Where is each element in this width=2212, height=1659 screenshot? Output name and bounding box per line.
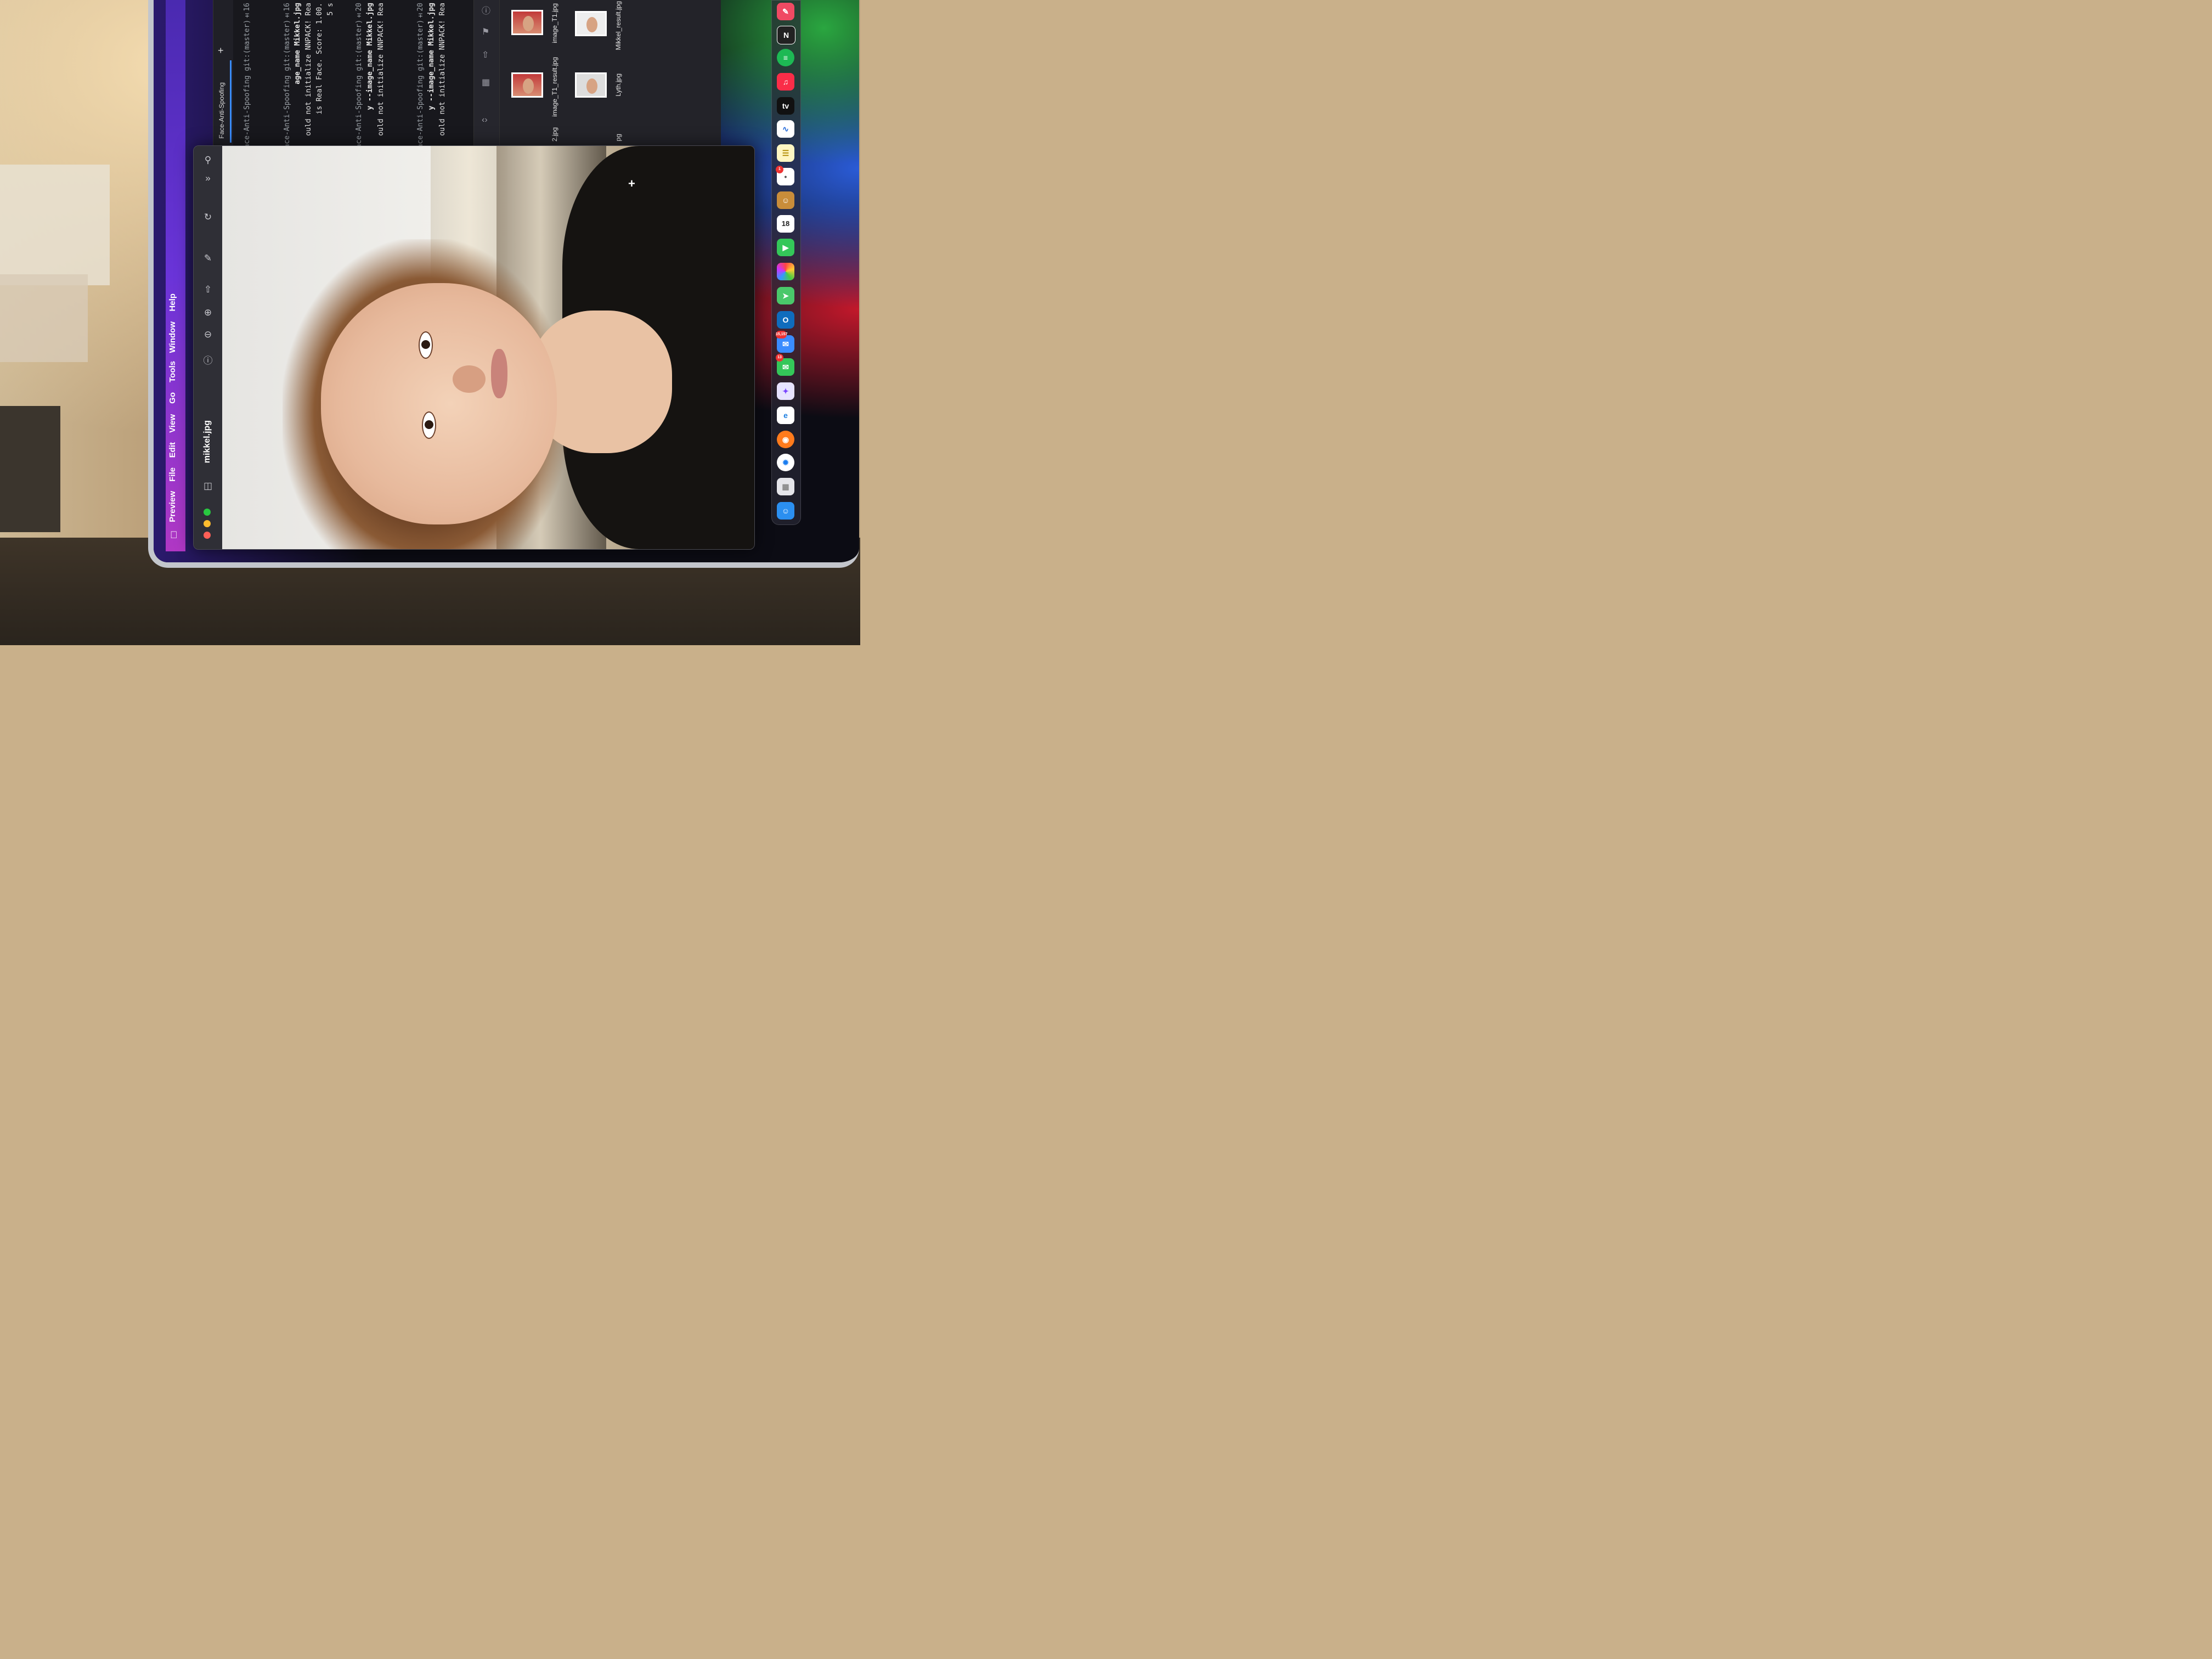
terminal-tab[interactable]: Face-Anti-Spoofing: [218, 82, 225, 139]
menu-window[interactable]: Window: [168, 321, 177, 353]
reminders-badge: 1: [776, 166, 783, 173]
photo-subject-face: [321, 283, 557, 524]
dock: ✎ N ≡ ♫ tv ∿ ☰ • 1 ☺ 18 ▶ ➤ O ✉ 15,157 ✉ 13…: [771, 0, 801, 525]
terminal-line: 5 s: [326, 3, 335, 16]
firefox-app-icon[interactable]: ◉: [777, 431, 794, 448]
window-minimize-button[interactable]: [204, 520, 211, 527]
terminal-line: ould not initialize NNPACK! Rea: [304, 3, 313, 136]
info-icon[interactable]: ⓘ: [201, 354, 215, 368]
menu-edit[interactable]: Edit: [168, 442, 177, 458]
file-name[interactable]: image_T1.jpg: [551, 3, 558, 43]
reminders-app-icon[interactable]: • 1: [776, 166, 794, 185]
calendar-day: 18: [781, 219, 790, 228]
menu-help[interactable]: Help: [168, 294, 177, 312]
share-icon[interactable]: ⇧: [201, 283, 215, 296]
zoom-in-icon[interactable]: ⊕: [201, 306, 215, 319]
new-tab-icon[interactable]: +: [218, 45, 224, 57]
terminal-line: y --image_name Mikkel.jpg: [366, 3, 374, 110]
document-title: mikkel.jpg: [202, 420, 212, 464]
search-icon[interactable]: ⚲: [201, 154, 215, 167]
info-icon[interactable]: ⓘ: [482, 3, 490, 16]
contacts-app-icon[interactable]: ☺: [777, 191, 794, 209]
background-shelf: [0, 274, 88, 362]
cursor-crosshair-icon: +: [628, 177, 635, 190]
maps-app-icon[interactable]: ➤: [777, 287, 794, 304]
file-name[interactable]: 2.jpg: [551, 127, 558, 142]
menu-view[interactable]: View: [168, 414, 177, 433]
menu-tools[interactable]: Tools: [168, 361, 177, 382]
safari-app-icon[interactable]: ✹: [777, 454, 794, 471]
file-thumbnail[interactable]: [575, 11, 607, 36]
rotate-icon[interactable]: ↻: [201, 211, 215, 224]
copilot-app-icon[interactable]: ✦: [777, 382, 794, 400]
file-name[interactable]: image_T1_result.jpg: [551, 57, 558, 117]
laptop-screen:  Preview File Edit View Go Tools Window…: [148, 0, 859, 568]
notes-app-icon[interactable]: ☰: [777, 144, 794, 162]
menu-go[interactable]: Go: [168, 392, 177, 404]
launchpad-app-icon[interactable]: ▦: [777, 478, 794, 495]
terminal-line: -Face-Anti-Spoofing git:(master)±20: [355, 3, 363, 157]
finder-window: ⓘ ⚑ ⇧ ▦ ‹› image_T1.jpg Mikkel_result.jp…: [473, 0, 721, 145]
preview-toolbar: ◫ mikkel.jpg ⓘ ⊖ ⊕ ⇧ ✎ ↻ » ⚲: [194, 146, 223, 549]
apple-tv-label: tv: [782, 101, 789, 110]
mail-badge: 15,157: [776, 331, 787, 338]
file-thumbnail[interactable]: [511, 10, 543, 35]
photo-subject-eye: [422, 411, 436, 439]
freeform-app-icon[interactable]: ∿: [777, 120, 794, 138]
file-thumbnail[interactable]: [575, 72, 607, 98]
terminal-line: y --image_name Mikkel.jpg: [427, 3, 436, 110]
photo-subject-nose: [453, 365, 486, 393]
finder-app-icon[interactable]: ☺: [777, 502, 794, 520]
terminal-line: -Face-Anti-Spoofing git:(master)±16: [243, 3, 251, 157]
tag-icon[interactable]: ⚑: [482, 26, 489, 37]
file-name[interactable]: Mikkel_result.jpg: [614, 1, 622, 50]
terminal-line: ould not initialize NNPACK! Rea: [377, 3, 385, 136]
news-app-icon[interactable]: ✎: [777, 3, 794, 20]
window-zoom-button[interactable]: [204, 509, 211, 516]
photo-subject-mouth: [491, 349, 507, 398]
background-object: [0, 406, 60, 532]
terminal-line: age_name Mikkel.jpg: [294, 3, 302, 84]
preview-window: ◫ mikkel.jpg ⓘ ⊖ ⊕ ⇧ ✎ ↻ » ⚲ +: [193, 145, 755, 550]
photo-subject-eye: [419, 331, 433, 359]
music-app-icon[interactable]: ♫: [777, 73, 794, 91]
terminal-line: -Face-Anti-Spoofing git:(master)±16: [283, 3, 291, 157]
file-name[interactable]: Lyth.jpg: [614, 74, 622, 97]
finder-toolbar: ⓘ ⚑ ⇧ ▦ ‹›: [474, 0, 500, 145]
zoom-out-icon[interactable]: ⊖: [201, 328, 215, 341]
share-icon[interactable]: ⇧: [482, 49, 489, 60]
calendar-app-icon[interactable]: 18: [777, 215, 794, 233]
file-name[interactable]: pg: [614, 134, 622, 141]
document-image: +: [222, 146, 754, 549]
mail-app-icon[interactable]: ✉ 15,157: [776, 331, 794, 353]
messages-app-icon[interactable]: ✉ 13: [776, 354, 794, 376]
markup-icon[interactable]: ✎: [201, 252, 215, 265]
apple-menu-icon[interactable]: : [170, 529, 181, 540]
grid-view-icon[interactable]: ▦: [482, 77, 490, 88]
notion-app-icon[interactable]: N: [777, 26, 795, 44]
terminal-tab-bar: + Face-Anti-Spoofing: [213, 0, 233, 145]
photos-app-icon[interactable]: [777, 263, 794, 280]
outlook-app-icon[interactable]: O: [777, 311, 794, 329]
edge-app-icon[interactable]: e: [777, 407, 794, 424]
window-close-button[interactable]: [204, 532, 211, 539]
more-toolbar-icon[interactable]: »: [201, 172, 215, 185]
background-shelf: [0, 165, 110, 285]
messages-badge: 13: [776, 354, 783, 362]
file-thumbnail[interactable]: [511, 72, 543, 98]
menu-bar:  Preview File Edit View Go Tools Window…: [166, 0, 185, 551]
sidebar-toggle-icon[interactable]: ◫: [201, 479, 215, 493]
facetime-app-icon[interactable]: ▶: [777, 239, 794, 256]
terminal-line: -Face-Anti-Spoofing git:(master)±20: [416, 3, 425, 157]
terminal-line: ould not initialize NNPACK! Rea: [438, 3, 447, 136]
menu-app-name[interactable]: Preview: [168, 491, 177, 522]
menu-file[interactable]: File: [168, 467, 177, 482]
terminal-line: is Real Face. Score: 1.00.: [315, 3, 324, 115]
back-forward-icon[interactable]: ‹›: [482, 115, 488, 125]
active-tab-indicator: [230, 60, 232, 143]
spotify-app-icon[interactable]: ≡: [777, 49, 794, 66]
apple-tv-app-icon[interactable]: tv: [777, 97, 794, 115]
